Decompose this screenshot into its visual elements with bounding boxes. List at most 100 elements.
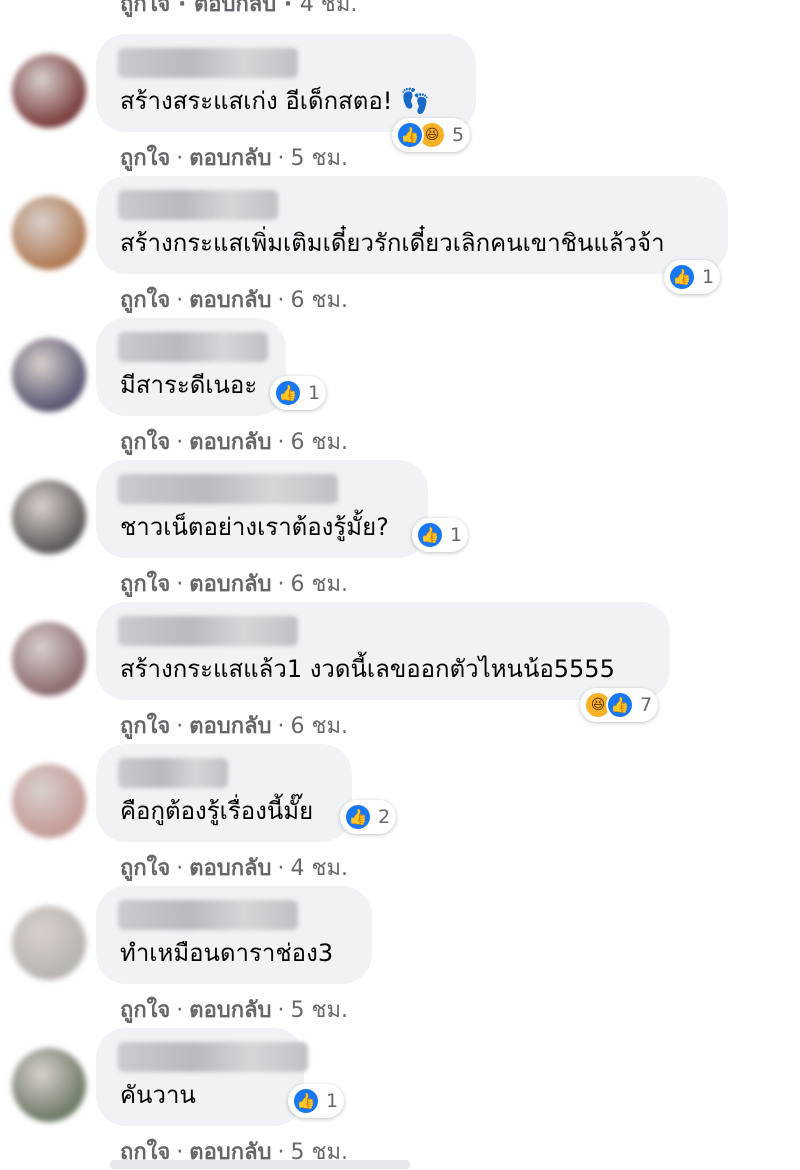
separator: · (176, 714, 184, 739)
comment-item: คือกูต้องรู้เรื่องนี้มั๊ย 👍 2 ถูกใจ · ตอบกลับ… (0, 744, 800, 886)
reply-link[interactable]: ตอบกลับ (189, 572, 271, 597)
separator: · (176, 430, 184, 455)
reaction-count: 1 (450, 524, 463, 546)
like-link[interactable]: ถูกใจ (120, 856, 170, 881)
timestamp[interactable]: 6 ชม. (291, 288, 348, 313)
comment-actions: ถูกใจ · ตอบกลับ · 6 ชม. (120, 424, 348, 459)
avatar[interactable] (12, 1048, 86, 1122)
avatar[interactable] (12, 196, 86, 270)
reply-link[interactable]: ตอบกลับ (189, 856, 271, 881)
comment-item: สร้างกระแสแล้ว1 งวดนี้เลขออกตัวไหนน้อ555… (0, 602, 800, 744)
comment-bubble: มีสาระดีเนอะ (96, 318, 286, 416)
comment-actions: ถูกใจ · ตอบกลับ · 4 ชม. (120, 850, 348, 885)
reaction-summary[interactable]: 👍 1 (412, 518, 469, 552)
blurred-author-name[interactable] (118, 474, 338, 504)
reaction-summary[interactable]: 👍 1 (664, 260, 721, 294)
separator: · (277, 146, 285, 171)
separator: · (176, 856, 184, 881)
thumbs-up-icon: 👍 (274, 379, 302, 407)
separator: · (277, 998, 285, 1023)
separator: · (177, 0, 194, 17)
blurred-author-name[interactable] (118, 1042, 308, 1072)
comment-text: สร้างกระแสเพิ่มเติมเดี๋ยวรักเดี๋ยวเลิกคน… (120, 229, 665, 257)
reaction-summary[interactable]: 👍 1 (288, 1084, 345, 1118)
timestamp[interactable]: 5 ชม. (291, 998, 348, 1023)
reaction-summary[interactable]: 😆 👍 7 (580, 688, 659, 722)
avatar[interactable] (12, 338, 86, 412)
comment-actions: ถูกใจ · ตอบกลับ · 6 ชม. (120, 708, 348, 743)
comment-text: คือกูต้องรู้เรื่องนี้มั๊ย (120, 797, 314, 825)
separator: · (277, 714, 285, 739)
blurred-author-name[interactable] (118, 900, 298, 930)
comment-bubble: ชาวเน็ตอย่างเราต้องรู้มั้ย? (96, 460, 428, 558)
blurred-author-name[interactable] (118, 332, 268, 362)
next-comment-edge (110, 1160, 410, 1169)
avatar[interactable] (12, 622, 86, 696)
thumbs-up-icon: 👍 (396, 121, 424, 149)
blurred-author-name[interactable] (118, 190, 278, 220)
reply-link[interactable]: ตอบกลับ (189, 146, 271, 171)
reply-link[interactable]: ตอบกลับ (194, 0, 276, 17)
top-partial-actions: ถูกใจ · ตอบกลับ · 4 ชม. (120, 0, 357, 21)
separator: · (277, 572, 285, 597)
timestamp[interactable]: 6 ชม. (291, 430, 348, 455)
comment-item: สร้างสระแสเก่ง อีเด็กสตอ! 👣 👍 😆 5 ถูกใจ · ตอบก… (0, 34, 800, 176)
comment-bubble: คือกูต้องรู้เรื่องนี้มั๊ย (96, 744, 352, 842)
comment-actions: ถูกใจ · ตอบกลับ · 5 ชม. (120, 992, 348, 1027)
thumbs-up-icon: 👍 (668, 263, 696, 291)
comment-bubble: คันวาน (96, 1028, 308, 1126)
timestamp[interactable]: 4 ชม. (291, 856, 348, 881)
like-link[interactable]: ถูกใจ (120, 146, 170, 171)
comment-actions: ถูกใจ · ตอบกลับ · 6 ชม. (120, 566, 348, 601)
blurred-author-name[interactable] (118, 616, 298, 646)
comment-text: ทำเหมือนดาราช่อง3 (120, 939, 334, 967)
thumbs-up-icon: 👍 (416, 521, 444, 549)
like-link[interactable]: ถูกใจ (120, 0, 170, 17)
avatar[interactable] (12, 480, 86, 554)
comment-actions: ถูกใจ · ตอบกลับ · 6 ชม. (120, 282, 348, 317)
comment-bubble: สร้างกระแสแล้ว1 งวดนี้เลขออกตัวไหนน้อ555… (96, 602, 670, 700)
avatar[interactable] (12, 54, 86, 128)
reaction-summary[interactable]: 👍 😆 5 (392, 118, 471, 152)
avatar[interactable] (12, 906, 86, 980)
comment-actions: ถูกใจ · ตอบกลับ · 5 ชม. (120, 140, 348, 175)
separator: · (176, 998, 184, 1023)
separator: · (176, 146, 184, 171)
separator: · (176, 288, 184, 313)
timestamp[interactable]: 4 ชม. (300, 0, 357, 17)
thumbs-up-icon: 👍 (606, 691, 634, 719)
reaction-count: 1 (702, 266, 715, 288)
comment-item: มีสาระดีเนอะ 👍 1 ถูกใจ · ตอบกลับ · 6 ชม. (0, 318, 800, 460)
blurred-author-name[interactable] (118, 48, 298, 78)
reaction-count: 2 (378, 806, 391, 828)
like-link[interactable]: ถูกใจ (120, 430, 170, 455)
separator: · (277, 856, 285, 881)
reaction-count: 7 (640, 694, 653, 716)
separator: · (277, 430, 285, 455)
like-link[interactable]: ถูกใจ (120, 288, 170, 313)
comment-item: สร้างกระแสเพิ่มเติมเดี๋ยวรักเดี๋ยวเลิกคน… (0, 176, 800, 318)
reaction-summary[interactable]: 👍 1 (270, 376, 327, 410)
comment-item: คันวาน 👍 1 ถูกใจ · ตอบกลับ · 5 ชม. (0, 1028, 800, 1170)
comment-bubble: ทำเหมือนดาราช่อง3 (96, 886, 372, 984)
reaction-summary[interactable]: 👍 2 (340, 800, 397, 834)
separator: · (283, 0, 300, 17)
comment-text: คันวาน (120, 1081, 196, 1109)
reply-link[interactable]: ตอบกลับ (189, 998, 271, 1023)
reply-link[interactable]: ตอบกลับ (189, 288, 271, 313)
timestamp[interactable]: 6 ชม. (291, 572, 348, 597)
avatar[interactable] (12, 764, 86, 838)
reply-link[interactable]: ตอบกลับ (189, 714, 271, 739)
comment-item: ทำเหมือนดาราช่อง3 ถูกใจ · ตอบกลับ · 5 ชม. (0, 886, 800, 1028)
timestamp[interactable]: 6 ชม. (291, 714, 348, 739)
thumbs-up-icon: 👍 (344, 803, 372, 831)
blurred-author-name[interactable] (118, 758, 228, 788)
reply-link[interactable]: ตอบกลับ (189, 430, 271, 455)
like-link[interactable]: ถูกใจ (120, 572, 170, 597)
separator: · (176, 572, 184, 597)
like-link[interactable]: ถูกใจ (120, 714, 170, 739)
timestamp[interactable]: 5 ชม. (291, 146, 348, 171)
separator: · (277, 288, 285, 313)
comment-text: สร้างสระแสเก่ง อีเด็กสตอ! 👣 (120, 87, 430, 115)
like-link[interactable]: ถูกใจ (120, 998, 170, 1023)
